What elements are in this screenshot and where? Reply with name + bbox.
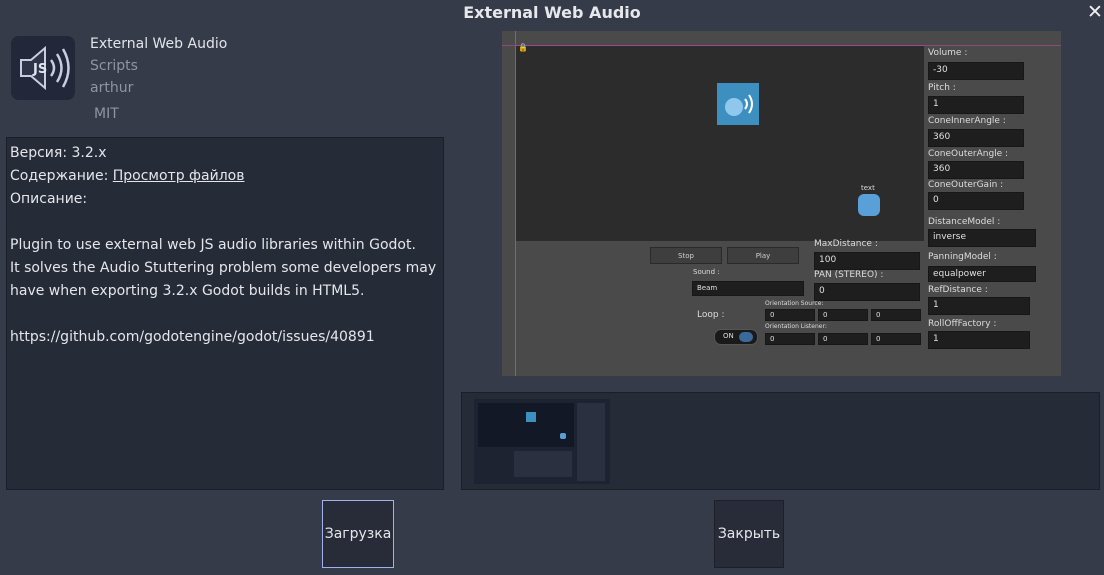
window-title: External Web Audio	[463, 3, 641, 22]
orientation-listener-y[interactable]: 0	[818, 333, 868, 345]
orientation-source-label: Orientation Source:	[765, 300, 824, 307]
asset-author: arthur	[90, 80, 134, 96]
description-url: https://github.com/godotengine/godot/iss…	[10, 329, 375, 345]
asset-license: MIT	[94, 106, 119, 122]
pitch-label: Pitch :	[928, 83, 956, 93]
sprite-icon	[717, 83, 759, 125]
distance-model-label: DistanceModel :	[928, 217, 1001, 227]
orientation-listener-label: Orientation Listener:	[765, 323, 827, 330]
asset-icon: JS	[11, 36, 75, 100]
max-distance-label: MaxDistance :	[814, 239, 878, 249]
version-label: Версия:	[10, 145, 68, 161]
panning-model-label: PanningModel :	[928, 252, 997, 262]
sound-select[interactable]: Beam	[692, 281, 804, 296]
volume-label: Volume :	[928, 48, 968, 58]
thumbnail-item[interactable]	[474, 399, 610, 484]
ref-distance-field[interactable]: 1	[928, 297, 1030, 315]
sound-label: Sound :	[693, 268, 720, 276]
sprite-text: text	[861, 184, 875, 192]
max-distance-field[interactable]: 100	[814, 252, 920, 270]
lock-icon: 🔒	[518, 43, 528, 52]
cone-outer-field[interactable]: 360	[928, 161, 1024, 179]
thumbnail-strip	[461, 392, 1100, 490]
godot-icon	[858, 194, 880, 216]
rolloff-field[interactable]: 1	[928, 331, 1030, 349]
svg-text:JS: JS	[32, 62, 47, 77]
orientation-listener-x[interactable]: 0	[765, 333, 815, 345]
play-button[interactable]: Play	[727, 247, 799, 264]
description-line: have when exporting 3.2.x Godot builds i…	[10, 283, 365, 299]
ref-distance-label: RefDistance :	[928, 285, 988, 295]
loop-label: Loop :	[697, 310, 725, 320]
orientation-source-z[interactable]: 0	[871, 309, 921, 321]
cone-outer-gain-field[interactable]: 0	[928, 192, 1024, 210]
screenshot-preview[interactable]: text 🔒 Volume : -30 Pitch : 1 ConeInnerA…	[502, 31, 1061, 376]
description-line: It solves the Audio Stuttering problem s…	[10, 260, 437, 276]
cone-inner-label: ConeInnerAngle :	[928, 116, 1006, 126]
description-panel: Версия: 3.2.x Содержание: Просмотр файло…	[6, 137, 444, 490]
asset-category: Scripts	[90, 58, 138, 74]
view-files-link[interactable]: Просмотр файлов	[113, 168, 245, 184]
stop-button[interactable]: Stop	[650, 247, 722, 264]
cone-inner-field[interactable]: 360	[928, 129, 1024, 147]
pan-label: PAN (STEREO) :	[814, 270, 884, 280]
pan-field[interactable]: 0	[814, 283, 920, 301]
panning-model-select[interactable]: equalpower	[928, 266, 1036, 282]
rolloff-label: RollOffFactory :	[928, 319, 997, 329]
contents-label: Содержание:	[10, 168, 109, 184]
orientation-listener-z[interactable]: 0	[871, 333, 921, 345]
volume-field[interactable]: -30	[928, 62, 1024, 80]
close-icon[interactable]: ✕	[1087, 2, 1103, 22]
cone-outer-gain-label: ConeOuterGain :	[928, 180, 1004, 190]
cone-outer-label: ConeOuterAngle :	[928, 149, 1009, 159]
orientation-source-x[interactable]: 0	[765, 309, 815, 321]
asset-name: External Web Audio	[90, 36, 228, 52]
close-button[interactable]: Закрыть	[714, 500, 784, 568]
description-line: Plugin to use external web JS audio libr…	[10, 237, 416, 253]
description-label: Описание:	[10, 191, 88, 207]
preview-viewport: text	[516, 45, 924, 241]
pitch-field[interactable]: 1	[928, 96, 1024, 114]
download-button[interactable]: Загрузка	[322, 500, 394, 568]
version-value: 3.2.x	[71, 145, 107, 161]
loop-toggle[interactable]: ON	[714, 329, 758, 345]
orientation-source-y[interactable]: 0	[818, 309, 868, 321]
distance-model-select[interactable]: inverse	[928, 229, 1036, 247]
